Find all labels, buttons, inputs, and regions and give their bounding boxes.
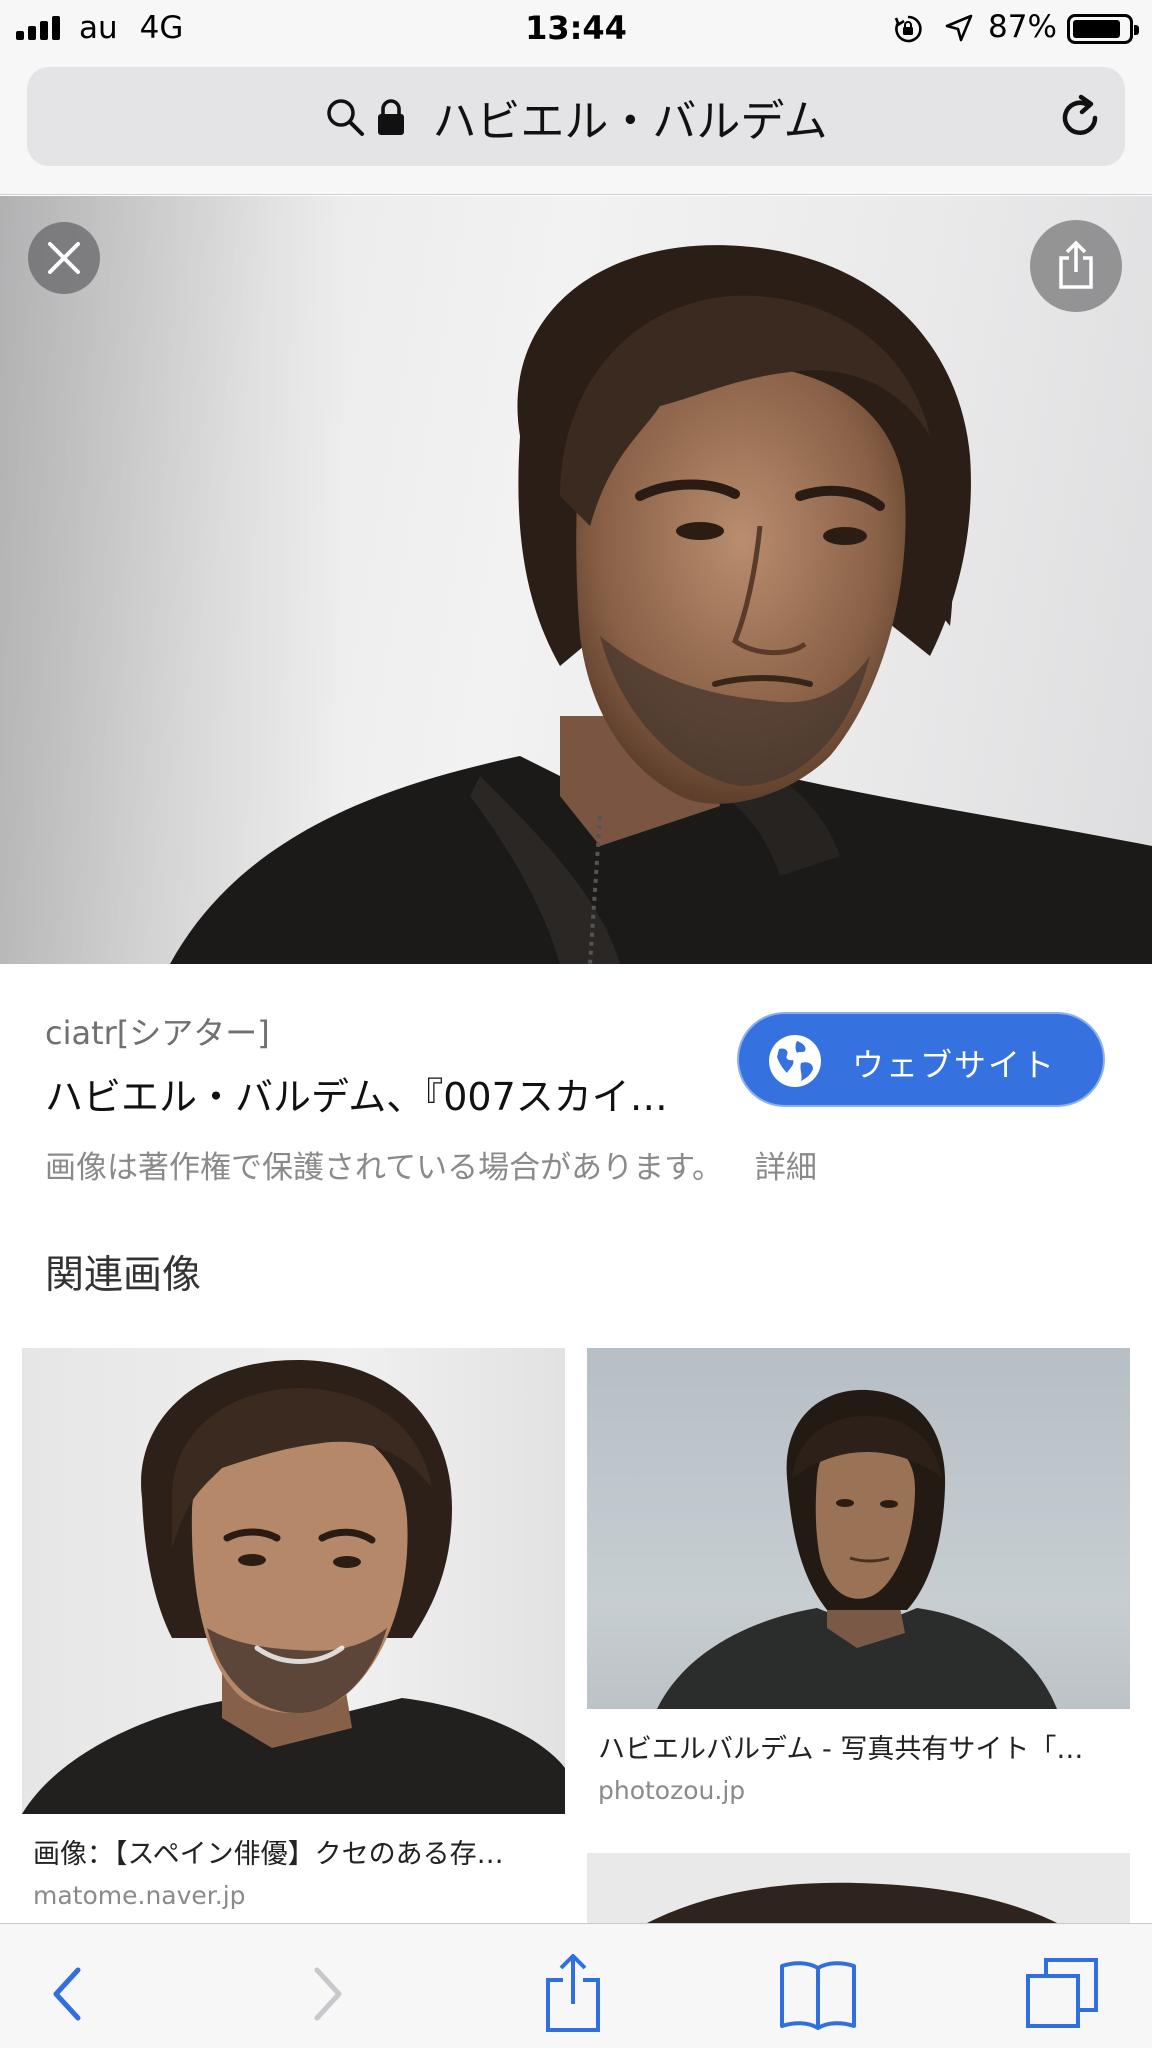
related-domain: matome.naver.jp (33, 1881, 246, 1910)
close-icon (48, 242, 80, 274)
details-link[interactable]: 詳細 (755, 1150, 817, 1186)
website-button[interactable]: ウェブサイト (737, 1012, 1105, 1107)
address-bar[interactable]: ハビエル・バルデム (27, 67, 1125, 166)
search-icon (327, 98, 365, 136)
copyright-text: 画像は著作権で保護されている場合があります。 (45, 1150, 723, 1186)
related-domain: photozou.jp (598, 1776, 746, 1805)
related-caption: 画像：【スペイン俳優】クセのある存… (33, 1839, 504, 1870)
source-name: ciatr[シアター] (45, 1014, 270, 1052)
related-thumbnail (587, 1853, 1130, 1923)
rotation-lock-icon (894, 15, 922, 43)
image-share-button[interactable] (1030, 220, 1122, 312)
status-bar: au 4G 13:44 87% (0, 0, 1152, 56)
bottom-toolbar (0, 1923, 1152, 2048)
battery-fill (1073, 20, 1120, 38)
bookmarks-icon[interactable] (778, 1954, 858, 2034)
related-images-heading: 関連画像 (45, 1253, 202, 1298)
related-image-card[interactable] (587, 1853, 1130, 1923)
tabs-icon[interactable] (1024, 1954, 1104, 2034)
portrait-photo (0, 196, 1152, 964)
forward-icon[interactable] (287, 1954, 367, 2034)
related-caption: ハビエルバルデム - 写真共有サイト「… (598, 1734, 1084, 1765)
lock-icon (378, 98, 405, 135)
share-icon[interactable] (533, 1954, 613, 2034)
hero-image[interactable] (0, 196, 1152, 964)
address-text: ハビエル・バルデム (432, 95, 828, 147)
navigation-area: ハビエル・バルデム (0, 56, 1152, 195)
related-thumbnail (587, 1348, 1130, 1709)
related-image-card[interactable]: ハビエルバルデム - 写真共有サイト「… photozou.jp (587, 1348, 1130, 1805)
clock: 13:44 (525, 9, 627, 47)
share-icon (1059, 240, 1093, 289)
website-button-label: ウェブサイト (852, 1046, 1057, 1084)
battery-icon (1067, 14, 1139, 44)
location-arrow-icon (945, 14, 973, 42)
back-icon[interactable] (34, 1954, 114, 2034)
globe-icon (769, 1035, 821, 1087)
related-image-card[interactable]: 画像：【スペイン俳優】クセのある存… matome.naver.jp (22, 1348, 565, 1910)
battery-percent: 87% (988, 9, 1057, 45)
result-title[interactable]: ハビエル・バルデム、『007スカイ… (45, 1066, 695, 1121)
related-thumbnail (22, 1348, 565, 1814)
copyright-notice: 画像は著作権で保護されている場合があります。 詳細 (45, 1142, 817, 1187)
reload-icon[interactable] (1055, 92, 1105, 142)
close-button[interactable] (28, 222, 100, 294)
